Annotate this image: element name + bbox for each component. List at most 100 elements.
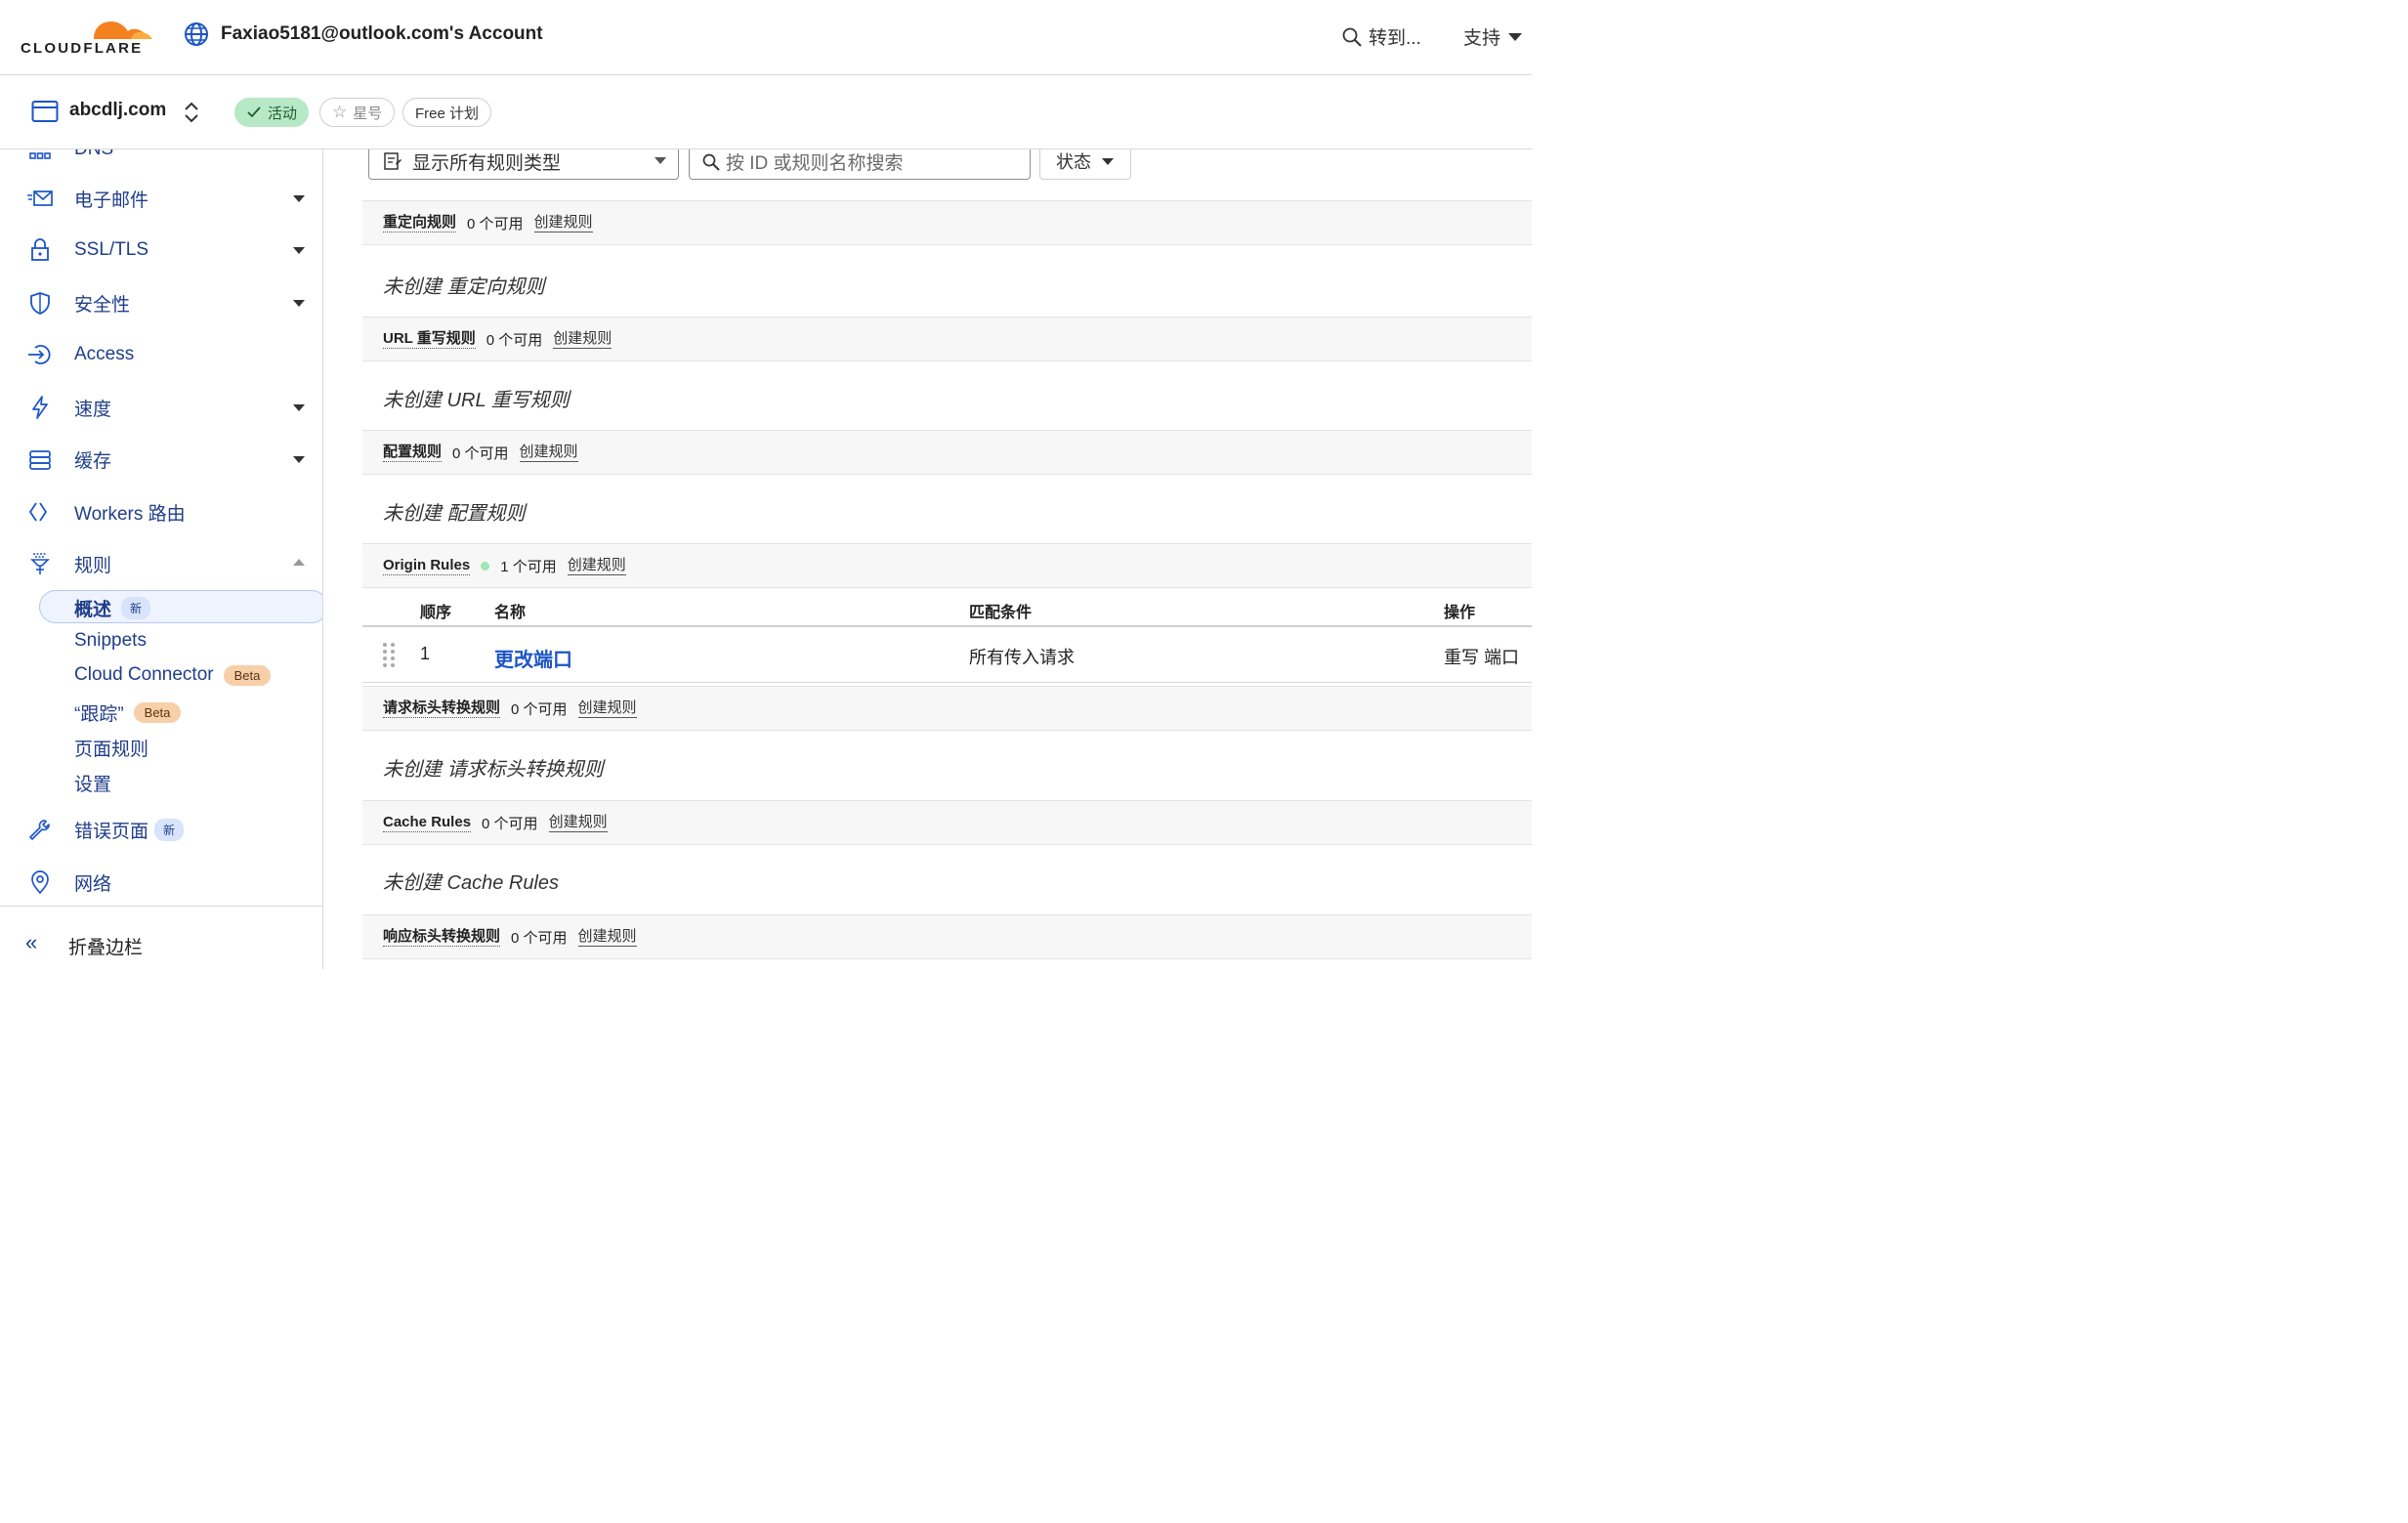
section-title: 配置规则 bbox=[383, 443, 443, 462]
top-bar: CLOUDFLARE Faxiao5181@outlook.com's Acco… bbox=[0, 0, 1532, 75]
chevron-down-icon bbox=[1102, 158, 1114, 165]
section-count: 0 个可用 bbox=[511, 700, 568, 718]
rule-search-input[interactable]: 按 ID 或规则名称搜索 bbox=[689, 149, 1031, 180]
sidebar-sub-label: 页面规则 bbox=[74, 740, 149, 760]
brand-wordmark: CLOUDFLARE bbox=[21, 40, 144, 57]
create-rule-link[interactable]: 创建规则 bbox=[533, 214, 593, 233]
section-count: 0 个可用 bbox=[511, 929, 568, 947]
section-title: 请求标头转换规则 bbox=[383, 698, 501, 718]
double-chevron-left-icon: « bbox=[25, 930, 38, 954]
active-status-dot bbox=[481, 561, 490, 571]
sidebar-item-label: 速度 bbox=[74, 399, 112, 420]
status-filter-button[interactable]: 状态 bbox=[1039, 149, 1131, 180]
rule-type-select[interactable]: 显示所有规则类型 bbox=[368, 149, 679, 180]
star-icon: ☆ bbox=[332, 103, 348, 121]
goto-button[interactable]: 转到... bbox=[1341, 23, 1421, 50]
section-title: URL 重写规则 bbox=[383, 329, 476, 349]
zone-domain: abcdlj.com bbox=[69, 100, 167, 120]
sidebar-item-label: 安全性 bbox=[74, 294, 131, 316]
access-icon bbox=[28, 345, 51, 364]
sidebar-item-label: 网络 bbox=[74, 873, 112, 895]
globe-icon bbox=[185, 22, 208, 46]
rules-icon bbox=[30, 553, 50, 574]
create-rule-link[interactable]: 创建规则 bbox=[553, 330, 613, 349]
section-count: 0 个可用 bbox=[486, 331, 543, 349]
sidebar-item-access[interactable]: Access bbox=[0, 334, 322, 375]
support-menu[interactable]: 支持 bbox=[1463, 23, 1523, 50]
sidebar-sub-label: Cloud Connector bbox=[74, 664, 214, 685]
rule-name-link[interactable]: 更改端口 bbox=[494, 644, 572, 672]
bolt-icon bbox=[32, 396, 48, 419]
sidebar-item-rules[interactable]: 规则 bbox=[0, 543, 322, 584]
sidebar-item-network[interactable]: 网络 bbox=[0, 862, 322, 903]
chevron-down-icon bbox=[293, 300, 305, 307]
column-header-action: 操作 bbox=[1444, 605, 1476, 621]
column-header-order[interactable]: 顺序 bbox=[420, 599, 451, 622]
zone-status-label: 活动 bbox=[268, 105, 298, 122]
sidebar-item-label: Access bbox=[74, 344, 135, 364]
sidebar-item-label: Workers 路由 bbox=[74, 503, 186, 525]
table-row[interactable]: 1 更改端口 所有传入请求 重写 端口 bbox=[362, 627, 1532, 683]
sidebar-item-error-pages[interactable]: 错误页面 新 bbox=[0, 809, 322, 850]
search-placeholder: 按 ID 或规则名称搜索 bbox=[726, 153, 904, 174]
sidebar-item-cache[interactable]: 缓存 bbox=[0, 439, 322, 480]
create-rule-link[interactable]: 创建规则 bbox=[577, 928, 637, 947]
rule-type-value: 显示所有规则类型 bbox=[412, 153, 562, 174]
sidebar-item-label: SSL/TLS bbox=[74, 239, 149, 260]
cloudflare-logo[interactable]: CLOUDFLARE bbox=[20, 10, 156, 59]
plan-badge[interactable]: Free 计划 bbox=[402, 98, 492, 127]
drag-handle-icon[interactable] bbox=[382, 642, 396, 669]
section-header-response-header: 响应标头转换规则 0 个可用 创建规则 bbox=[362, 914, 1532, 959]
sidebar-item-workers-routes[interactable]: Workers 路由 bbox=[0, 491, 322, 532]
goto-label: 转到... bbox=[1369, 28, 1421, 49]
rule-action: 重写 端口 bbox=[1444, 648, 1520, 667]
workers-icon bbox=[28, 502, 48, 522]
create-rule-link[interactable]: 创建规则 bbox=[577, 699, 637, 718]
section-title: 响应标头转换规则 bbox=[383, 927, 501, 947]
status-filter-label: 状态 bbox=[1056, 152, 1091, 172]
column-header-name[interactable]: 名称 bbox=[494, 599, 526, 622]
filter-list-icon bbox=[384, 152, 401, 170]
sidebar-item-ssl[interactable]: SSL/TLS bbox=[0, 230, 322, 271]
create-rule-link[interactable]: 创建规则 bbox=[567, 557, 626, 575]
zone-switch-icon[interactable] bbox=[182, 101, 201, 124]
sidebar-item-security[interactable]: 安全性 bbox=[0, 282, 322, 323]
chevron-up-icon bbox=[293, 559, 305, 566]
chevron-down-icon bbox=[293, 195, 305, 202]
empty-state-cache: 未创建 Cache Rules bbox=[383, 872, 560, 894]
sidebar-sub-snippets[interactable]: Snippets bbox=[74, 630, 147, 652]
empty-state-config: 未创建 配置规则 bbox=[383, 503, 526, 525]
sidebar-item-label: 电子邮件 bbox=[74, 190, 149, 211]
sidebar-sub-trace[interactable]: “跟踪” Beta bbox=[74, 699, 182, 726]
section-header-request-header: 请求标头转换规则 0 个可用 创建规则 bbox=[362, 686, 1532, 731]
chevron-down-icon bbox=[1508, 32, 1523, 41]
section-header-config: 配置规则 0 个可用 创建规则 bbox=[362, 430, 1532, 475]
sidebar-item-label: DNS bbox=[74, 149, 113, 160]
section-title: 重定向规则 bbox=[383, 213, 457, 233]
collapse-sidebar-label: 折叠边栏 bbox=[68, 938, 144, 958]
sidebar-sub-page-rules[interactable]: 页面规则 bbox=[74, 735, 148, 761]
chevron-down-icon bbox=[293, 456, 305, 463]
create-rule-link[interactable]: 创建规则 bbox=[548, 814, 608, 832]
sidebar-sub-settings[interactable]: 设置 bbox=[74, 770, 111, 796]
chevron-down-icon bbox=[655, 157, 666, 164]
sidebar-item-email[interactable]: 电子邮件 bbox=[0, 178, 322, 219]
collapse-sidebar-button[interactable]: « 折叠边栏 bbox=[0, 906, 322, 969]
create-rule-link[interactable]: 创建规则 bbox=[519, 444, 578, 462]
sidebar-item-label: 规则 bbox=[74, 555, 112, 576]
sidebar-item-speed[interactable]: 速度 bbox=[0, 387, 322, 428]
beta-badge: Beta bbox=[223, 664, 272, 686]
sidebar-item-dns[interactable]: DNS bbox=[0, 149, 322, 170]
wrench-icon bbox=[29, 820, 50, 840]
star-button[interactable]: ☆ 星号 bbox=[319, 98, 396, 127]
email-icon bbox=[27, 190, 53, 206]
sidebar-sub-overview[interactable]: 概述 新 bbox=[74, 595, 151, 621]
rule-order: 1 bbox=[420, 644, 431, 663]
sidebar-sub-label: Snippets bbox=[74, 630, 147, 651]
sidebar-sub-label: 概述 bbox=[74, 600, 112, 620]
account-switcher[interactable]: Faxiao5181@outlook.com's Account bbox=[184, 21, 543, 47]
sidebar-sub-cloud-connector[interactable]: Cloud Connector Beta bbox=[74, 664, 272, 686]
lock-icon bbox=[31, 238, 49, 261]
sidebar: DNS 电子邮件 SSL/TLS 安全性 bbox=[0, 149, 323, 969]
new-badge: 新 bbox=[121, 597, 151, 619]
